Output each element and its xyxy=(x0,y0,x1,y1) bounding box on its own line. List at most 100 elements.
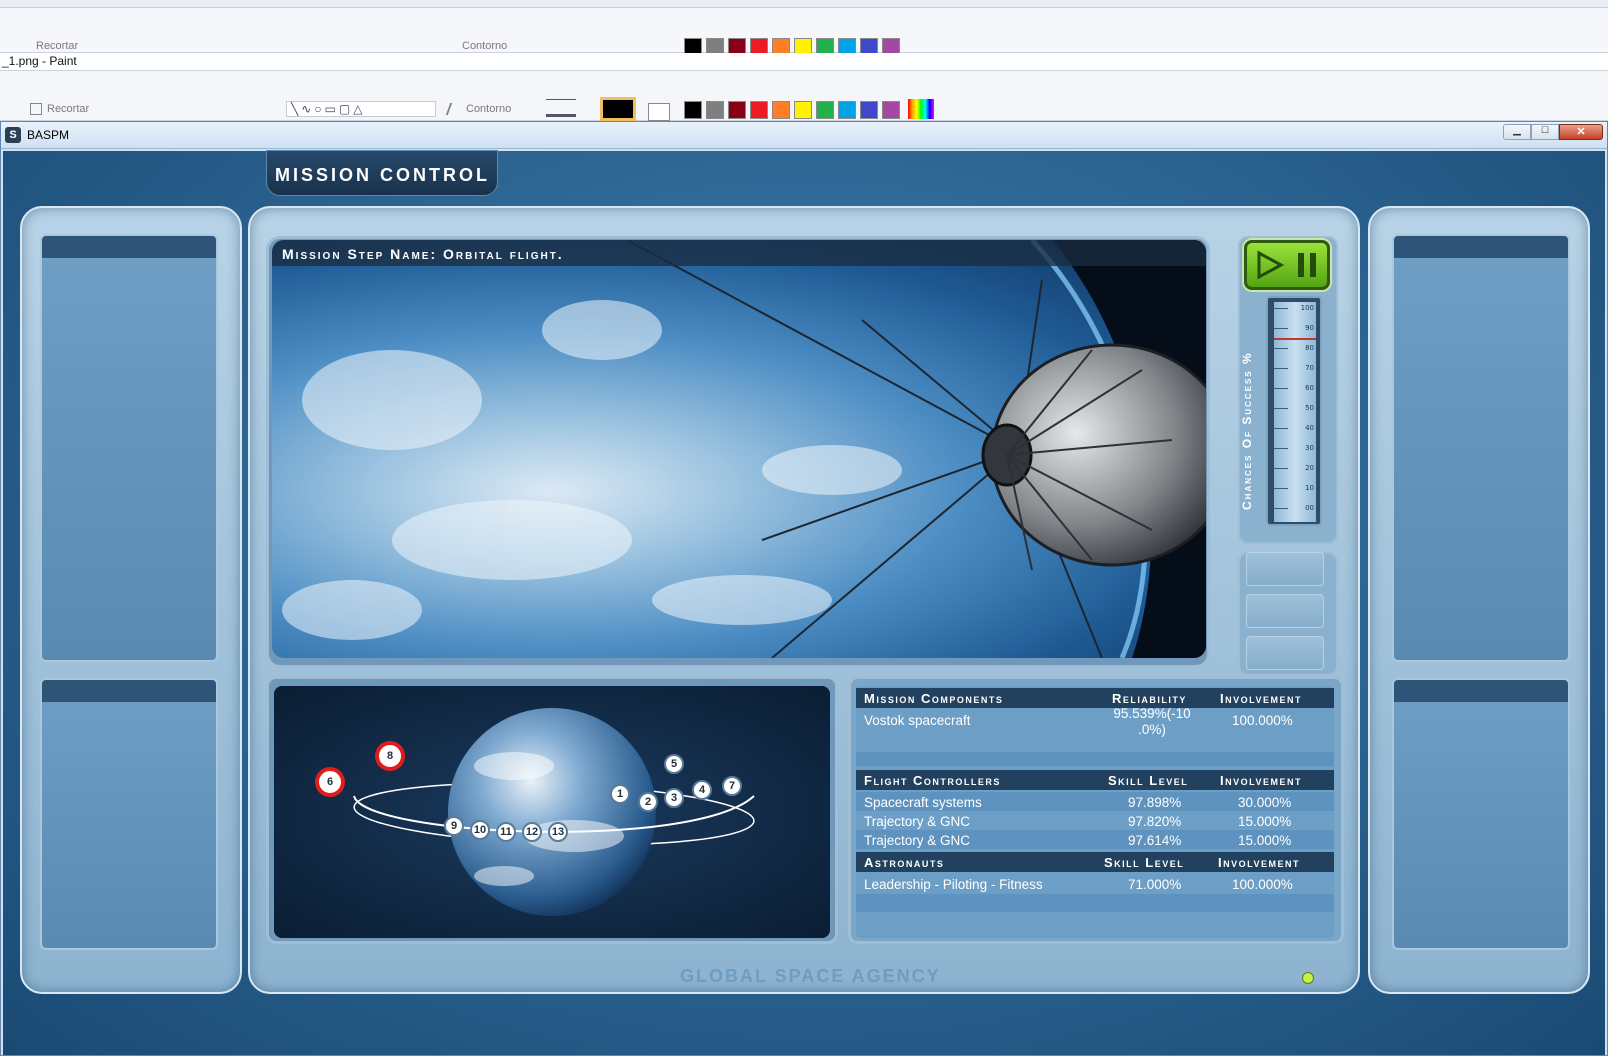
orbit-step-marker-9[interactable]: 9 xyxy=(444,816,464,836)
orbit-step-marker-12[interactable]: 12 xyxy=(522,822,542,842)
gauge-tick-label: 10 xyxy=(1305,484,1314,492)
palette-swatch[interactable] xyxy=(838,101,856,119)
window-title: BASPM xyxy=(27,128,70,142)
palette-swatch[interactable] xyxy=(728,101,746,119)
maximize-button[interactable]: ☐ xyxy=(1531,124,1559,140)
astronaut-row: Leadership - Piloting - Fitness 71.000% … xyxy=(856,874,1334,893)
orbit-step-marker-3[interactable]: 3 xyxy=(664,788,684,808)
success-gauge-label: Chances Of Success % xyxy=(1240,351,1254,510)
close-button[interactable]: ✕ xyxy=(1559,124,1603,140)
orbit-graphic xyxy=(353,708,755,916)
gauge-tick-line xyxy=(1274,428,1288,429)
gauge-tick-label: 70 xyxy=(1305,364,1314,372)
orbit-step-marker-7[interactable]: 7 xyxy=(722,776,742,796)
paint-window-title: _1.png - Paint xyxy=(2,54,77,68)
gauge-tick-line xyxy=(1274,308,1288,309)
orbit-step-marker-11[interactable]: 11 xyxy=(496,822,516,842)
outline-label[interactable]: Contorno xyxy=(466,103,511,115)
controller-involvement: 15.000% xyxy=(1238,814,1292,829)
crop-label[interactable]: Recortar xyxy=(36,40,78,52)
controller-name: Spacecraft systems xyxy=(864,795,982,810)
agency-footer: GLOBAL SPACE AGENCY xyxy=(680,966,941,986)
color2-swatch[interactable] xyxy=(648,103,670,121)
orbit-map: 1 2 3 4 5 6 7 8 9 10 11 12 13 xyxy=(274,686,830,938)
cloud-patches xyxy=(282,300,902,640)
palette-swatch[interactable] xyxy=(860,101,878,119)
gauge-tick-line xyxy=(1274,488,1288,489)
left-slot-top xyxy=(40,234,218,662)
controller-involvement: 15.000% xyxy=(1238,833,1292,848)
controller-skill: 97.820% xyxy=(1128,814,1182,829)
app-logo-icon: S xyxy=(5,127,21,143)
gauge-tick-label: 20 xyxy=(1305,464,1314,472)
slot-header xyxy=(42,680,216,702)
success-gauge: 100 90 80 70 60 50 40 30 20 10 00 xyxy=(1266,296,1322,526)
components-header: Mission Components Reliability Involveme… xyxy=(856,688,1334,708)
gauge-tick-label: 40 xyxy=(1305,424,1314,432)
orbit-step-marker-1[interactable]: 1 xyxy=(610,784,630,804)
palette-swatch[interactable] xyxy=(816,101,834,119)
gauge-tick-label: 00 xyxy=(1305,504,1314,512)
orbit-step-marker-4[interactable]: 4 xyxy=(692,780,712,800)
gauge-scale: 100 90 80 70 60 50 40 30 20 10 00 xyxy=(1274,302,1316,522)
controller-name: Trajectory & GNC xyxy=(864,814,971,829)
orbit-step-marker-13[interactable]: 13 xyxy=(548,822,568,842)
gauge-tick-line xyxy=(1274,348,1288,349)
palette-swatch[interactable] xyxy=(882,101,900,119)
astronauts-header: Astronauts Skill Level Involvement xyxy=(856,852,1334,872)
pause-icon xyxy=(1298,253,1316,277)
orbit-step-marker-8[interactable]: 8 xyxy=(375,741,405,771)
palette-swatch[interactable] xyxy=(750,101,768,119)
controllers-header-involvement: Involvement xyxy=(1220,773,1302,788)
gauge-level-marker xyxy=(1274,338,1316,340)
components-row: Vostok spacecraft 95.539%(-10 .0%) 100.0… xyxy=(856,706,1334,752)
palette-swatch[interactable] xyxy=(684,101,702,119)
side-slot-button-2[interactable] xyxy=(1246,594,1324,628)
orbit-step-marker-5[interactable]: 5 xyxy=(664,754,684,774)
right-slot-bottom xyxy=(1392,678,1570,950)
minimize-button[interactable]: ▁ xyxy=(1503,124,1531,140)
controller-row: Trajectory & GNC 97.614% 15.000% xyxy=(856,830,1334,849)
orbit-step-marker-10[interactable]: 10 xyxy=(470,820,490,840)
outline-label[interactable]: Contorno xyxy=(462,40,507,52)
mission-step-name: Mission Step Name: Orbital flight. xyxy=(272,240,1206,266)
components-header-involvement: Involvement xyxy=(1220,691,1302,706)
crop-label[interactable]: Recortar xyxy=(47,103,89,115)
astronaut-skill: 71.000% xyxy=(1128,877,1182,892)
controllers-header: Flight Controllers Skill Level Involveme… xyxy=(856,770,1334,790)
astronaut-empty-row xyxy=(856,894,1334,912)
status-led-icon xyxy=(1302,972,1314,984)
right-slot-top xyxy=(1392,234,1570,662)
crop-icon[interactable] xyxy=(30,103,42,115)
orbit-step-marker-2[interactable]: 2 xyxy=(638,792,658,812)
paint-ribbon-top: Recortar Contorno xyxy=(0,0,1608,56)
palette-swatch[interactable] xyxy=(772,101,790,119)
left-slot-bottom xyxy=(40,678,218,950)
side-slot-button-3[interactable] xyxy=(1246,636,1324,670)
mission-scene-image: Mission Step Name: Orbital flight. xyxy=(272,240,1206,658)
left-side-panel xyxy=(20,206,242,994)
gauge-tick-line xyxy=(1274,408,1288,409)
slot-header xyxy=(42,236,216,258)
component-reliability: 95.539%(-10 .0%) xyxy=(1113,706,1191,737)
controllers-header-name: Flight Controllers xyxy=(864,773,1001,788)
component-involvement: 100.000% xyxy=(1232,713,1293,728)
right-side-panel xyxy=(1368,206,1590,994)
palette-swatch[interactable] xyxy=(706,101,724,119)
gauge-tick-line xyxy=(1274,368,1288,369)
orbit-step-marker-6[interactable]: 6 xyxy=(315,767,345,797)
paint-titlebar: _1.png - Paint xyxy=(0,53,1608,71)
edit-colors-icon[interactable] xyxy=(908,99,934,119)
earth-globe xyxy=(448,708,656,916)
side-slot-button-1[interactable] xyxy=(1246,552,1324,586)
components-empty-row xyxy=(856,752,1334,766)
color-palette xyxy=(684,101,900,119)
components-header-name: Mission Components xyxy=(864,691,1004,706)
palette-swatch[interactable] xyxy=(794,101,812,119)
outline-icon[interactable] xyxy=(445,103,463,115)
gauge-tick-label: 100 xyxy=(1300,304,1314,312)
size-icon[interactable] xyxy=(546,99,576,117)
controller-name: Trajectory & GNC xyxy=(864,833,971,848)
color1-swatch[interactable] xyxy=(600,97,636,121)
shapes-gallery[interactable]: ╲∿○▭▢△ xyxy=(286,101,436,117)
